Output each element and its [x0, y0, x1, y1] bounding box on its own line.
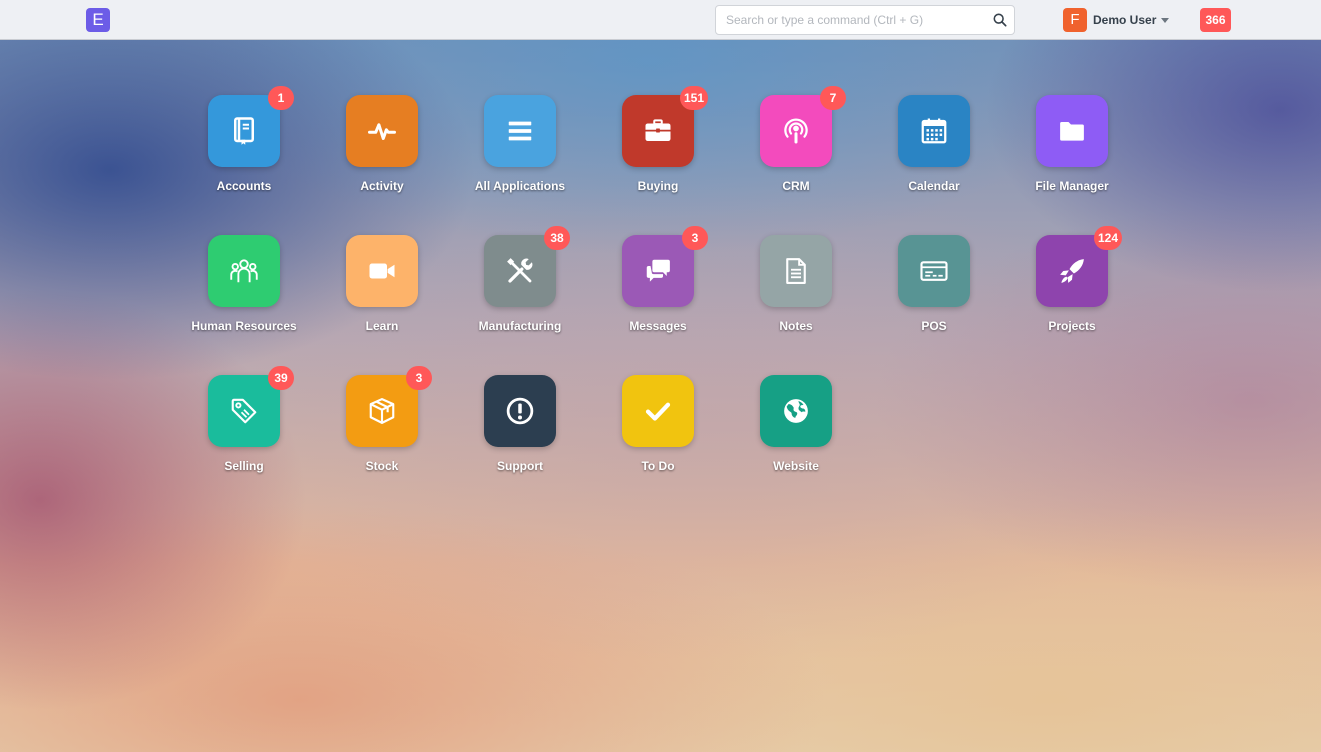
app-icon-tile[interactable]: 1 — [208, 86, 294, 167]
app-accounts[interactable]: 1 Accounts — [175, 86, 313, 235]
app-label: POS — [921, 319, 947, 333]
notifications-badge[interactable]: 366 — [1200, 8, 1231, 32]
app-icon-tile[interactable]: 3 — [622, 226, 708, 307]
brand-logo[interactable]: E — [86, 8, 110, 32]
app-crm[interactable]: 7 CRM — [727, 86, 865, 235]
book-icon — [234, 117, 254, 145]
folder-icon — [1060, 122, 1084, 141]
notification-badge: 39 — [268, 366, 294, 390]
app-label: Activity — [360, 179, 404, 193]
check-icon — [645, 402, 671, 421]
app-icon-tile[interactable]: 7 — [760, 86, 846, 167]
app-icon-tile[interactable] — [622, 375, 694, 447]
pulse-icon — [368, 123, 396, 140]
app-human-resources[interactable]: Human Resources — [175, 235, 313, 375]
notification-badge: 151 — [679, 86, 708, 110]
app-label: Support — [497, 459, 543, 473]
avatar: F — [1063, 8, 1087, 32]
tag-icon — [231, 398, 257, 424]
app-pos[interactable]: POS — [865, 235, 1003, 375]
briefcase-icon — [645, 119, 671, 141]
card-icon — [920, 261, 948, 281]
box-icon — [369, 398, 395, 424]
alert-icon — [506, 397, 534, 425]
navbar: E F Demo User 366 — [0, 0, 1321, 40]
chat-icon — [646, 259, 670, 282]
app-label: Manufacturing — [478, 319, 562, 333]
app-selling[interactable]: 39 Selling — [175, 366, 313, 515]
app-buying[interactable]: 151 Buying — [589, 86, 727, 235]
search-input[interactable] — [716, 6, 986, 34]
app-label: Website — [773, 459, 819, 473]
app-icon-tile[interactable] — [898, 235, 970, 307]
tools-icon — [507, 258, 533, 283]
app-activity[interactable]: Activity — [313, 95, 451, 235]
app-to-do[interactable]: To Do — [589, 375, 727, 515]
notification-badge: 124 — [1093, 226, 1122, 250]
app-stock[interactable]: 3 Stock — [313, 366, 451, 515]
app-label: Human Resources — [191, 319, 297, 333]
app-icon-tile[interactable] — [1036, 95, 1108, 167]
app-label: To Do — [641, 459, 675, 473]
app-label: Learn — [365, 319, 399, 333]
chevron-down-icon — [1161, 17, 1170, 23]
user-name: Demo User — [1093, 13, 1157, 27]
notification-badge: 38 — [544, 226, 570, 250]
app-icon-tile[interactable] — [898, 95, 970, 167]
app-icon-tile[interactable]: 39 — [208, 366, 294, 447]
people-icon — [230, 259, 258, 283]
app-icon-tile[interactable] — [346, 95, 418, 167]
globe-icon — [784, 399, 808, 423]
notification-badge: 3 — [682, 226, 708, 250]
app-notes[interactable]: Notes — [727, 235, 865, 375]
app-icon-tile[interactable] — [760, 235, 832, 307]
app-label: Buying — [637, 179, 679, 193]
app-label: All Applications — [474, 179, 566, 193]
app-icon-tile[interactable]: 38 — [484, 226, 570, 307]
app-label: Selling — [224, 459, 264, 473]
app-label: Messages — [629, 319, 687, 333]
notification-badge: 1 — [268, 86, 294, 110]
app-grid: 1 Accounts Activity All Applications 151… — [175, 86, 1141, 515]
notification-badge: 7 — [820, 86, 846, 110]
app-icon-tile[interactable] — [346, 235, 418, 307]
app-projects[interactable]: 124 Projects — [1003, 226, 1141, 375]
app-label: Stock — [365, 459, 399, 473]
podcast-icon — [784, 118, 808, 144]
calendar-icon — [921, 118, 947, 144]
app-manufacturing[interactable]: 38 Manufacturing — [451, 226, 589, 375]
app-file-manager[interactable]: File Manager — [1003, 95, 1141, 235]
app-calendar[interactable]: Calendar — [865, 95, 1003, 235]
search-icon[interactable] — [993, 13, 1007, 27]
app-label: Projects — [1048, 319, 1096, 333]
app-icon-tile[interactable] — [484, 375, 556, 447]
document-icon — [786, 258, 806, 284]
user-menu[interactable]: F Demo User — [1063, 8, 1170, 32]
search-box — [715, 5, 1015, 35]
app-label: File Manager — [1035, 179, 1109, 193]
app-learn[interactable]: Learn — [313, 235, 451, 375]
app-website[interactable]: Website — [727, 375, 865, 515]
rocket-icon — [1060, 259, 1084, 283]
notification-badge: 3 — [406, 366, 432, 390]
app-icon-tile[interactable]: 124 — [1036, 226, 1122, 307]
app-icon-tile[interactable]: 3 — [346, 366, 432, 447]
app-support[interactable]: Support — [451, 375, 589, 515]
app-icon-tile[interactable] — [208, 235, 280, 307]
app-icon-tile[interactable] — [484, 95, 556, 167]
video-icon — [369, 263, 395, 279]
app-all-applications[interactable]: All Applications — [451, 95, 589, 235]
app-label: Notes — [779, 319, 813, 333]
app-icon-tile[interactable] — [760, 375, 832, 447]
app-icon-tile[interactable]: 151 — [622, 86, 708, 167]
app-label: Calendar — [908, 179, 960, 193]
app-label: Accounts — [216, 179, 272, 193]
list-icon — [508, 121, 532, 141]
app-messages[interactable]: 3 Messages — [589, 226, 727, 375]
app-label: CRM — [782, 179, 810, 193]
